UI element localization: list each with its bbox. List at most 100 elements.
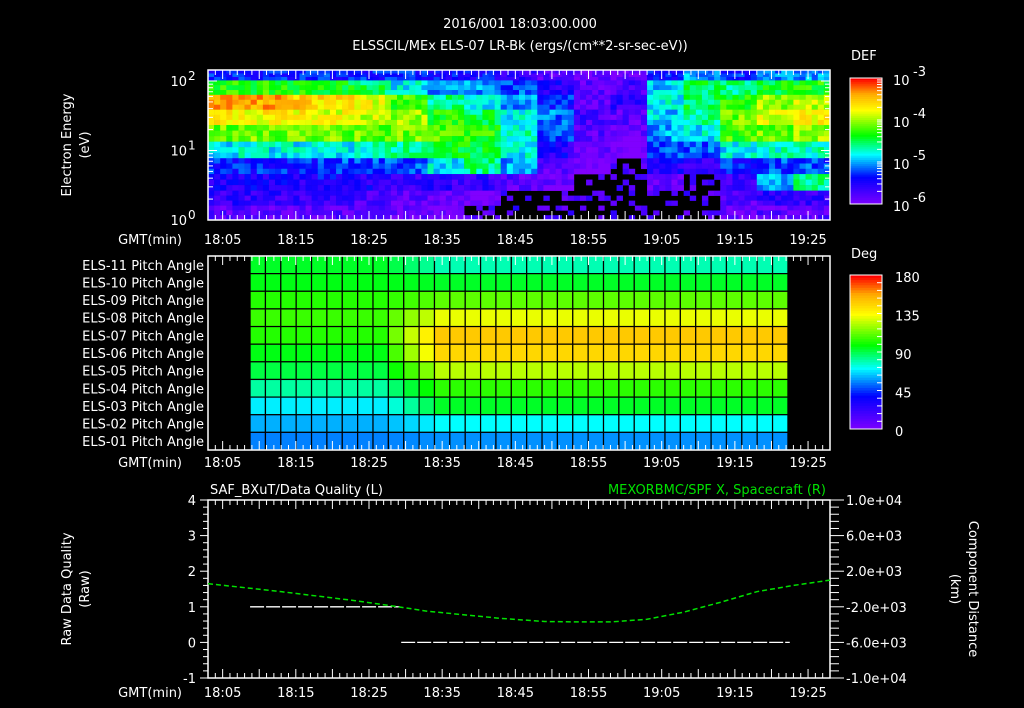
- spectrogram-cell: [512, 158, 520, 164]
- spectrogram-cell: [512, 185, 520, 191]
- spectrogram-cell: [293, 205, 300, 211]
- spectrogram-cell: [305, 114, 312, 121]
- spectrogram-cell: [329, 109, 337, 116]
- spectrogram-cell: [506, 141, 514, 148]
- spectrogram-cell: [445, 163, 453, 170]
- spectrogram-cell: [732, 90, 739, 96]
- pitch-angle-cell: [310, 325, 328, 345]
- spectrogram-cell: [744, 152, 752, 159]
- spectrogram-cell: [592, 109, 599, 116]
- pitch-angle-cell: [710, 414, 728, 433]
- spectrogram-cell: [390, 114, 398, 121]
- spectrogram-cell: [262, 80, 270, 86]
- spectrogram-cell: [342, 119, 349, 126]
- spectrogram-cell: [214, 76, 221, 81]
- spectrogram-cell: [732, 73, 739, 78]
- spectrogram-cell: [622, 147, 630, 153]
- spectrogram-cell: [738, 147, 745, 153]
- spectrogram-cell: [482, 99, 489, 105]
- spectrogram-cell: [817, 85, 825, 91]
- spectrogram-cell: [567, 136, 575, 142]
- spectrogram-cell: [683, 136, 691, 142]
- spectrogram-cell: [305, 205, 312, 211]
- spectrogram-cell: [354, 99, 361, 105]
- spectrogram-cell: [610, 109, 617, 116]
- spectrogram-cell: [549, 130, 556, 137]
- pitch-angle-cell: [649, 414, 666, 433]
- spectrogram-cell: [775, 141, 782, 148]
- spectrogram-cell: [311, 125, 319, 131]
- spectrogram-cell: [299, 130, 306, 137]
- spectrogram-cell: [598, 174, 605, 180]
- spectrogram-cell: [378, 109, 386, 116]
- spectrogram-cell: [714, 168, 721, 175]
- spectrogram-cell: [342, 168, 349, 175]
- spectrogram-cell: [208, 205, 215, 211]
- spectrogram-cell: [781, 76, 788, 81]
- spectrogram-cell: [525, 179, 532, 186]
- spectrogram-cell: [244, 109, 251, 116]
- spectrogram-cell: [775, 80, 782, 86]
- spectrogram-cell: [579, 168, 587, 175]
- spectrogram-cell: [342, 163, 349, 170]
- spectrogram-cell: [256, 125, 264, 131]
- spectrogram-cell: [586, 80, 593, 86]
- spectrogram-cell: [299, 185, 306, 191]
- spectrogram-cell: [421, 119, 428, 126]
- spectrogram-cell: [476, 195, 483, 201]
- spectrogram-cell: [439, 104, 447, 110]
- spectrogram-cell: [720, 141, 727, 148]
- spectrogram-cell: [543, 141, 550, 148]
- spectrogram-cell: [451, 114, 459, 121]
- spectrogram-cell: [634, 94, 642, 101]
- spectrogram-cell: [287, 158, 294, 164]
- spectrogram-cell: [732, 104, 739, 110]
- spectrogram-cell: [275, 136, 282, 142]
- spectrogram-cell: [701, 76, 709, 81]
- spectrogram-cell: [226, 136, 233, 142]
- spectrogram-cell: [683, 104, 691, 110]
- spectrogram-cell: [598, 136, 605, 142]
- spectrogram-cell: [287, 205, 294, 211]
- spectrogram-cell: [775, 185, 782, 191]
- spectrogram-cell: [220, 80, 227, 86]
- pitch-angle-cell: [725, 273, 743, 292]
- spectrogram-cell: [421, 168, 428, 175]
- spectrogram-cell: [512, 94, 520, 101]
- spectrogram-cell: [384, 104, 392, 110]
- spectrogram-cell: [451, 185, 459, 191]
- spectrogram-cell: [567, 119, 575, 126]
- spectrogram-cell: [494, 141, 502, 148]
- spectrogram-cell: [525, 195, 532, 201]
- spectrogram-cell: [525, 136, 532, 142]
- spectrogram-cell: [738, 85, 745, 91]
- spectrogram-cell: [214, 85, 221, 91]
- spectrogram-cell: [714, 99, 721, 105]
- spectrogram-cell: [708, 141, 715, 148]
- spectrogram-cell: [390, 152, 398, 159]
- spectrogram-cell: [482, 104, 489, 110]
- spectrogram-cell: [561, 99, 569, 105]
- spectrogram-cell: [287, 99, 294, 105]
- spectrogram-cell: [762, 200, 770, 206]
- pitch-angle-cell: [387, 396, 405, 416]
- spectrogram-cell: [567, 80, 575, 86]
- spectrogram-cell: [244, 73, 251, 78]
- spectrogram-cell: [811, 119, 819, 126]
- spectrogram-cell: [586, 119, 593, 126]
- spectrogram-cell: [397, 109, 404, 116]
- spectrogram-cell: [567, 73, 575, 78]
- spectrogram-cell: [653, 109, 660, 116]
- spectrogram-cell: [769, 76, 776, 81]
- spectrogram-cell: [451, 130, 459, 137]
- spectrogram-cell: [354, 130, 361, 137]
- spectrogram-cell: [476, 119, 483, 126]
- spectrogram-cell: [720, 73, 727, 78]
- spectrogram-cell: [756, 147, 764, 153]
- spectrogram-cell: [482, 152, 489, 159]
- spectrogram-cell: [482, 190, 489, 196]
- spectrogram-cell: [208, 195, 215, 201]
- spectrogram-cell: [659, 185, 666, 191]
- spectrogram-cell: [244, 168, 251, 175]
- spectrogram-cell: [525, 104, 532, 110]
